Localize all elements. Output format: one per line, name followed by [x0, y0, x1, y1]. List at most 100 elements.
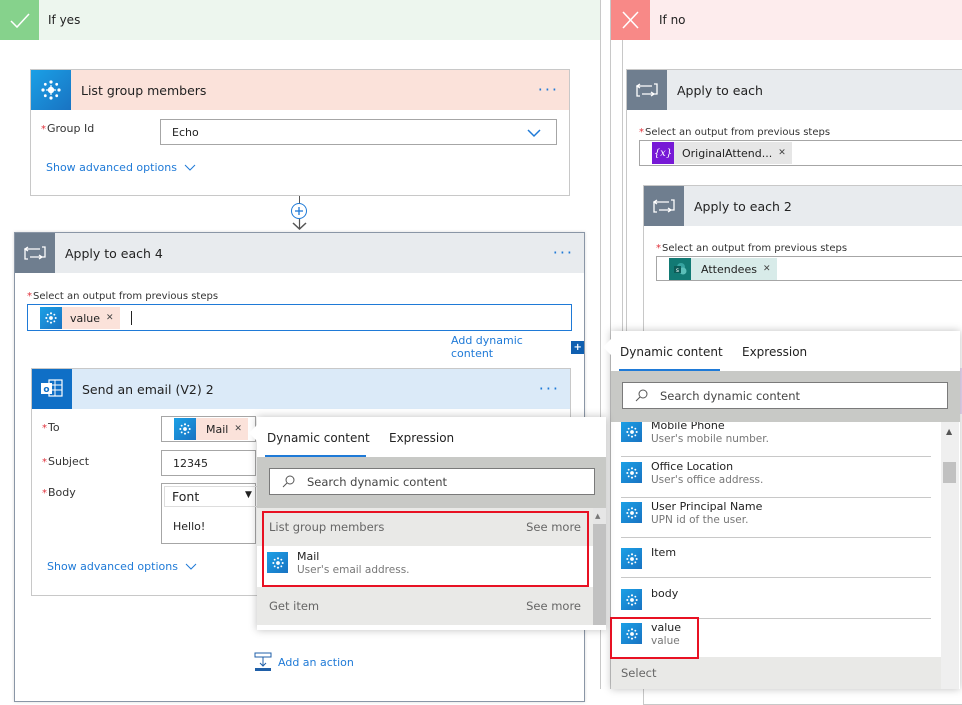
card-header[interactable]: Apply to each 4 ···: [15, 233, 584, 273]
scrollbar-thumb[interactable]: [593, 524, 606, 625]
body-editor[interactable]: Font ▼ Hello!: [161, 483, 257, 544]
select-output-label: *Select an output from previous steps: [656, 243, 848, 254]
font-select[interactable]: Font ▼: [164, 486, 257, 507]
card-header[interactable]: Apply to each: [627, 70, 962, 110]
groups-connector-icon: [621, 548, 642, 569]
insert-step-plus-icon[interactable]: [291, 203, 307, 219]
remove-token-icon[interactable]: ✕: [778, 148, 786, 158]
add-dynamic-content-link[interactable]: Add dynamic content +: [451, 334, 584, 360]
dynamic-item[interactable]: User Principal Name UPN id of the user.: [621, 500, 762, 526]
dynamic-item[interactable]: body: [621, 587, 678, 610]
remove-token-icon[interactable]: ✕: [234, 424, 242, 434]
mail-token[interactable]: Mail ✕: [174, 418, 248, 440]
groups-connector-icon: [621, 422, 642, 442]
item-separator: [621, 577, 931, 578]
panel-pointer: [603, 339, 611, 355]
item-name: Item: [651, 546, 677, 559]
select-output-input[interactable]: value ✕: [27, 304, 572, 331]
more-options-button[interactable]: ···: [538, 82, 559, 98]
group-id-label: *Group Id: [41, 122, 95, 135]
chevron-down-icon: [185, 563, 197, 570]
list-group-members-card: List group members ··· *Group Id Echo Sh…: [30, 69, 570, 196]
if-no-label: If no: [659, 13, 686, 27]
chevron-down-icon: [527, 129, 541, 138]
groups-connector-icon: [621, 502, 642, 523]
groups-connector-icon: [174, 418, 196, 440]
loop-icon: [644, 186, 684, 226]
scrollbar[interactable]: ▲: [941, 422, 959, 689]
item-name: User Principal Name: [651, 500, 763, 513]
search-dynamic-content-input[interactable]: Search dynamic content: [269, 468, 595, 495]
highlight-box: [262, 511, 589, 587]
checkmark-icon: [0, 0, 39, 40]
original-attendees-token[interactable]: {x} OriginalAttend... ✕: [652, 142, 792, 164]
select-output-label: *Select an output from previous steps: [639, 127, 831, 138]
select-output-input[interactable]: {x} OriginalAttend... ✕: [639, 140, 962, 166]
select-output-input[interactable]: s Attendees ✕: [656, 256, 962, 281]
scroll-up-icon[interactable]: ▲: [946, 427, 952, 436]
tab-expression[interactable]: Expression: [389, 431, 454, 445]
variable-icon: {x}: [652, 142, 674, 164]
add-action-icon: [254, 652, 272, 671]
show-advanced-options-link[interactable]: Show advanced options: [46, 161, 196, 174]
group-id-dropdown[interactable]: Echo: [160, 119, 557, 145]
attendees-token[interactable]: s Attendees ✕: [669, 258, 777, 280]
body-label: *Body: [42, 486, 76, 499]
panel-pointer: [249, 425, 257, 441]
show-advanced-options-link[interactable]: Show advanced options: [47, 560, 197, 573]
remove-token-icon[interactable]: ✕: [106, 313, 114, 323]
dynamic-content-panel-right: Dynamic content Expression Search dynami…: [603, 331, 960, 689]
groups-connector-icon: [40, 307, 62, 329]
remove-token-icon[interactable]: ✕: [763, 264, 771, 274]
groups-connector-icon: [621, 462, 642, 483]
subject-input[interactable]: 12345: [161, 450, 256, 476]
body-text: Hello!: [173, 520, 206, 533]
scrollbar-thumb[interactable]: [943, 462, 956, 483]
search-area: Search dynamic content: [257, 457, 606, 508]
item-name: Mobile Phone: [651, 422, 725, 432]
groups-connector-icon: [621, 589, 642, 610]
scrollbar[interactable]: ▲: [593, 508, 606, 625]
if-yes-branch-header: If yes: [0, 0, 600, 40]
group-header-get-item: Get item See more: [257, 587, 593, 625]
dynamic-item[interactable]: Mobile Phone User's mobile number.: [621, 422, 769, 445]
value-token[interactable]: value ✕: [40, 307, 120, 329]
group-header-select: Select: [611, 657, 941, 689]
close-icon: [611, 0, 650, 40]
scroll-up-icon[interactable]: ▲: [595, 512, 600, 520]
if-no-branch-header: If no: [611, 0, 962, 40]
groups-connector-icon: [31, 70, 71, 110]
more-options-button[interactable]: ···: [553, 245, 574, 261]
group-id-value: Echo: [172, 126, 199, 139]
to-input[interactable]: Mail ✕: [161, 416, 256, 442]
loop-icon: [627, 70, 667, 110]
see-more-link[interactable]: See more: [526, 599, 581, 613]
tab-dynamic-content[interactable]: Dynamic content: [620, 345, 723, 359]
item-description: User's mobile number.: [651, 433, 769, 445]
card-title: List group members: [81, 82, 207, 98]
search-icon: [282, 475, 295, 488]
card-header[interactable]: o Send an email (V2) 2 ···: [32, 369, 570, 409]
svg-text:s: s: [676, 267, 679, 274]
arrow-down-icon: [292, 219, 307, 231]
tab-expression[interactable]: Expression: [742, 345, 807, 359]
highlight-box: [610, 617, 699, 659]
add-an-action-button[interactable]: Add an action: [254, 652, 354, 672]
more-options-button[interactable]: ···: [539, 381, 560, 397]
to-label: *To: [42, 421, 60, 434]
search-dynamic-content-input[interactable]: Search dynamic content: [622, 382, 948, 409]
card-title: Send an email (V2) 2: [82, 381, 214, 397]
dynamic-content-panel-left: Dynamic content Expression Search dynami…: [249, 417, 606, 630]
card-title: Apply to each: [677, 82, 763, 98]
subject-label: *Subject: [42, 455, 90, 468]
card-header[interactable]: List group members ···: [31, 70, 569, 110]
card-title: Apply to each 4: [65, 245, 163, 261]
outlook-icon: o: [32, 369, 72, 409]
card-header[interactable]: Apply to each 2: [644, 186, 962, 226]
if-yes-label: If yes: [48, 13, 81, 27]
dynamic-item[interactable]: Office Location User's office address.: [621, 460, 763, 486]
loop-icon: [15, 233, 55, 273]
dynamic-item[interactable]: Item: [621, 546, 676, 569]
search-icon: [635, 389, 648, 402]
tab-dynamic-content[interactable]: Dynamic content: [267, 431, 370, 445]
